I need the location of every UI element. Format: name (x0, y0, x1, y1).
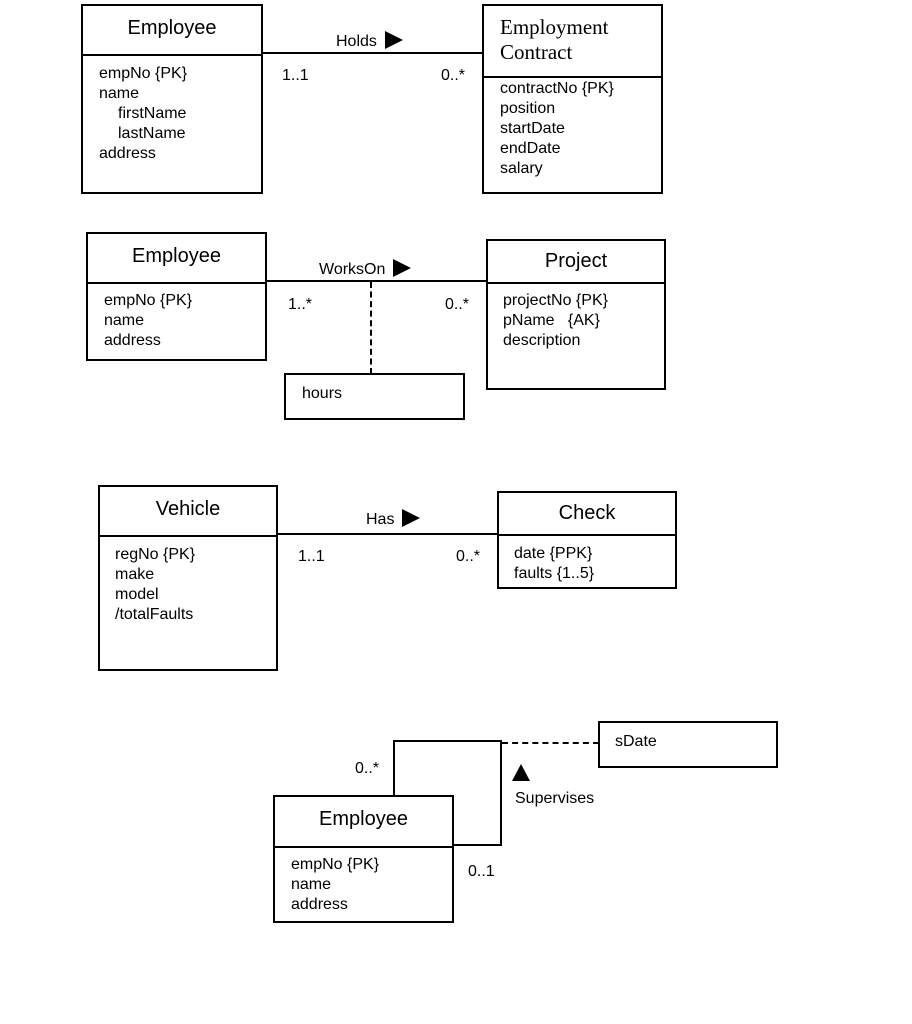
attribute: sDate (615, 733, 657, 750)
multiplicity-bottom: 0..1 (468, 863, 495, 880)
entity-check: Check date {PPK} faults {1..5} (497, 491, 677, 589)
attribute: empNo {PK} (99, 65, 188, 82)
entity-name-line1: Employment (500, 15, 609, 39)
entity-name: Check (499, 493, 675, 536)
association-line (267, 280, 487, 282)
direction-arrow-right-icon (384, 31, 403, 49)
attribute: contractNo {PK} (500, 80, 614, 97)
recursive-line-top-vertical (393, 740, 395, 797)
attribute: model (115, 586, 159, 603)
association-line (263, 52, 483, 54)
recursive-line-right-vertical (500, 740, 502, 846)
entity-employee: Employee empNo {PK} name address (86, 232, 267, 361)
association-class-link (370, 282, 372, 374)
attribute: hours (302, 385, 343, 402)
multiplicity-left: 1..1 (298, 548, 325, 565)
attribute: name (291, 876, 332, 893)
direction-arrow-right-icon (402, 509, 421, 527)
association-name: Holds (336, 33, 377, 50)
attribute: /totalFaults (115, 606, 194, 623)
attribute: startDate (500, 120, 565, 137)
entity-vehicle: Vehicle regNo {PK} make model /totalFaul… (98, 485, 278, 671)
attribute: name (104, 312, 145, 329)
attribute: empNo {PK} (104, 292, 193, 309)
attribute: endDate (500, 140, 561, 157)
attribute: projectNo {PK} (503, 292, 608, 309)
association-label: WorksOn (319, 259, 412, 279)
direction-arrow-right-icon (393, 259, 412, 277)
attribute: make (115, 566, 155, 583)
attribute: name (99, 85, 140, 102)
entity-name: Vehicle (100, 487, 276, 537)
association-name: Supervises (515, 790, 595, 807)
recursive-line-top-horizontal (393, 740, 502, 742)
association-name: Has (366, 511, 395, 528)
entity-name: Employee (88, 234, 265, 284)
entity-name: Employee (83, 6, 261, 56)
attribute: date {PPK} (514, 545, 593, 562)
association-class-hours: hours (284, 373, 465, 420)
association-name: WorksOn (319, 261, 386, 278)
attribute: position (500, 100, 556, 117)
multiplicity-top: 0..* (355, 760, 380, 777)
association-line (278, 533, 498, 535)
attribute: lastName (118, 125, 186, 142)
entity-name: Employment Contract (484, 6, 661, 78)
attribute: faults {1..5} (514, 565, 595, 582)
attribute: firstName (118, 105, 187, 122)
multiplicity-right: 0..* (456, 548, 481, 565)
entity-name-line2: Contract (500, 40, 573, 64)
attribute: empNo {PK} (291, 856, 380, 873)
association-label: Has (366, 509, 421, 529)
association-class-sdate: sDate (598, 721, 778, 768)
attribute: salary (500, 160, 543, 177)
attribute: address (104, 332, 161, 349)
direction-arrow-up-icon (512, 764, 530, 781)
recursive-line-bottom-horizontal (453, 844, 502, 846)
attribute: pName {AK} (503, 312, 600, 329)
entity-employment-contract: Employment Contract contractNo {PK} posi… (482, 4, 663, 194)
entity-name: Project (488, 241, 664, 284)
multiplicity-right: 0..* (441, 67, 466, 84)
attribute: regNo {PK} (115, 546, 196, 563)
attribute: address (291, 896, 348, 913)
multiplicity-right: 0..* (445, 296, 470, 313)
attribute: address (99, 145, 156, 162)
entity-employee: Employee empNo {PK} name firstName lastN… (81, 4, 263, 194)
multiplicity-left: 1..1 (282, 67, 309, 84)
association-label: Holds (336, 31, 403, 51)
association-class-link (502, 742, 599, 744)
entity-project: Project projectNo {PK} pName {AK} descri… (486, 239, 666, 390)
attribute: description (503, 332, 581, 349)
entity-name: Employee (275, 797, 452, 848)
entity-employee: Employee empNo {PK} name address (273, 795, 454, 923)
multiplicity-left: 1..* (288, 296, 313, 313)
